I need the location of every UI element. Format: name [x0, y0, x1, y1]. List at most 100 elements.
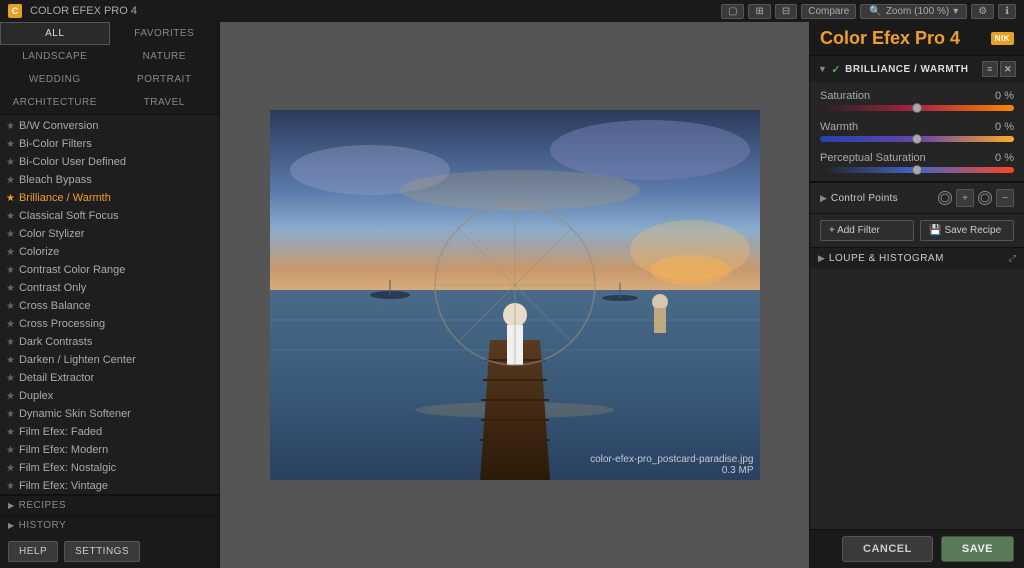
tab-nature[interactable]: NATURE [110, 45, 220, 68]
settings-icon-btn[interactable]: ⚙ [971, 4, 994, 19]
cp-label: Control Points [831, 193, 934, 204]
filter-item[interactable]: ★B/W Conversion [0, 117, 219, 135]
saturation-track[interactable] [820, 105, 1014, 111]
filter-star-icon: ★ [6, 373, 15, 384]
zoom-chevron: ▾ [953, 6, 958, 17]
add-filter-button[interactable]: + Add Filter [820, 220, 914, 241]
compare-btn[interactable]: Compare [801, 4, 856, 19]
perceptual-track[interactable] [820, 167, 1014, 173]
filter-star-icon: ★ [6, 391, 15, 402]
warmth-label: Warmth [820, 121, 858, 133]
sliders-area: Saturation 0 % Warmth 0 % [810, 82, 1024, 181]
help-button[interactable]: HELP [8, 541, 58, 562]
perceptual-label-row: Perceptual Saturation 0 % [820, 152, 1014, 164]
cp-add-btn[interactable]: + [956, 189, 974, 207]
left-bottom: ▶ RECIPES ▶ HISTORY HELP SETTINGS [0, 494, 219, 568]
perceptual-slider-row: Perceptual Saturation 0 % [820, 152, 1014, 173]
effect-enabled-icon[interactable]: ✓ [831, 63, 841, 76]
view-split-btn[interactable]: ⊞ [748, 4, 770, 19]
filter-item[interactable]: ★Brilliance / Warmth [0, 189, 219, 207]
filter-item[interactable]: ★ Contrast Color Range [0, 261, 219, 279]
filter-name: Bi-Color User Defined [19, 156, 126, 168]
filter-name: Film Efex: Modern [19, 444, 108, 456]
filter-star-icon: ★ [6, 121, 15, 132]
filter-name: Contrast Color Range [19, 264, 125, 276]
filter-star-icon: ★ [6, 319, 15, 330]
tab-portrait[interactable]: PORTRAIT [110, 68, 220, 91]
filter-item[interactable]: ★Detail Extractor [0, 369, 219, 387]
view-grid-btn[interactable]: ⊟ [775, 4, 797, 19]
filter-name: Classical Soft Focus [19, 210, 119, 222]
loupe-arrow-icon: ▶ [818, 253, 825, 264]
tab-all[interactable]: ALL [0, 22, 110, 45]
filter-item[interactable]: ★Bi-Color Filters [0, 135, 219, 153]
filter-star-icon: ★ [6, 157, 15, 168]
tab-wedding[interactable]: WEDDING [0, 68, 110, 91]
cp-remove-btn[interactable]: − [996, 189, 1014, 207]
photo-canvas[interactable]: color-efex-pro_postcard-paradise.jpg 0.3… [270, 110, 760, 480]
filter-name: Darken / Lighten Center [19, 354, 136, 366]
filesize-text: 0.3 MP [590, 465, 753, 476]
filter-item[interactable]: ★Colorize [0, 243, 219, 261]
app-version-text: 4 [950, 28, 960, 48]
filter-star-icon: ★ [6, 175, 15, 186]
filter-item[interactable]: ★ Bleach Bypass [0, 171, 219, 189]
app-title: COLOR EFEX PRO 4 [30, 5, 713, 17]
tab-favorites[interactable]: FAVORITES [110, 22, 220, 45]
image-filename: color-efex-pro_postcard-paradise.jpg 0.3… [590, 454, 753, 476]
app-title-right: Color Efex Pro 4 [820, 28, 985, 49]
warmth-slider-row: Warmth 0 % [820, 121, 1014, 142]
save-recipe-icon: 💾 [929, 225, 941, 236]
perceptual-thumb[interactable] [912, 165, 922, 175]
filter-item[interactable]: ★Cross Processing [0, 315, 219, 333]
filter-item[interactable]: ★Film Efex: Nostalgic [0, 459, 219, 477]
center-panel: color-efex-pro_postcard-paradise.jpg 0.3… [220, 22, 809, 568]
effect-name-label: BRILLIANCE / WARMTH [845, 64, 978, 75]
info-btn[interactable]: ℹ [998, 4, 1016, 19]
app-icon: C [8, 4, 22, 18]
filter-item[interactable]: ★Darken / Lighten Center [0, 351, 219, 369]
filter-item[interactable]: ★ Film Efex: Vintage [0, 477, 219, 494]
filter-star-icon: ★ [6, 211, 15, 222]
filter-item[interactable]: ★Color Stylizer [0, 225, 219, 243]
filter-name: Film Efex: Nostalgic [19, 462, 116, 474]
loupe-header[interactable]: ▶ LOUPE & HISTOGRAM ⤢ [810, 248, 1024, 269]
filter-item[interactable]: ★ Bi-Color User Defined [0, 153, 219, 171]
filter-name: Color Stylizer [19, 228, 84, 240]
tab-travel[interactable]: TRAVEL [110, 91, 220, 114]
filter-name: Bleach Bypass [19, 174, 92, 186]
filter-item[interactable]: ★ Classical Soft Focus [0, 207, 219, 225]
tab-architecture[interactable]: ARCHITECTURE [0, 91, 110, 114]
filter-item[interactable]: ★Dynamic Skin Softener [0, 405, 219, 423]
filter-name: Film Efex: Vintage [19, 480, 108, 492]
history-section[interactable]: ▶ HISTORY [0, 515, 219, 535]
filter-item[interactable]: ★Film Efex: Modern [0, 441, 219, 459]
effect-section: ▼ ✓ BRILLIANCE / WARMTH ≡ ✕ Saturation 0… [810, 56, 1024, 182]
save-recipe-label: Save Recipe [944, 225, 1001, 236]
filter-item[interactable]: ★Film Efex: Faded [0, 423, 219, 441]
recipes-section[interactable]: ▶ RECIPES [0, 495, 219, 515]
filter-star-icon: ★ [6, 427, 15, 438]
filter-name: Bi-Color Filters [19, 138, 92, 150]
warmth-thumb[interactable] [912, 134, 922, 144]
effect-menu-btn[interactable]: ≡ [982, 61, 998, 77]
filter-item[interactable]: ★Duplex [0, 387, 219, 405]
save-recipe-button[interactable]: 💾 Save Recipe [920, 220, 1014, 241]
perceptual-label: Perceptual Saturation [820, 152, 926, 164]
tab-landscape[interactable]: LANDSCAPE [0, 45, 110, 68]
filter-item[interactable]: ★Cross Balance [0, 297, 219, 315]
filter-item[interactable]: ★Dark Contrasts [0, 333, 219, 351]
app-name-text: Color Efex Pro [820, 28, 950, 48]
warmth-track[interactable] [820, 136, 1014, 142]
saturation-thumb[interactable] [912, 103, 922, 113]
cancel-button[interactable]: CANCEL [842, 536, 933, 562]
filter-item[interactable]: ★Contrast Only [0, 279, 219, 297]
view-single-btn[interactable]: ▢ [721, 4, 744, 19]
filter-star-icon: ★ [6, 265, 15, 276]
filter-star-icon: ★ [6, 481, 15, 492]
save-button[interactable]: SAVE [941, 536, 1014, 562]
effect-close-btn[interactable]: ✕ [1000, 61, 1016, 77]
effect-actions: ≡ ✕ [982, 61, 1016, 77]
recipes-arrow-icon: ▶ [8, 501, 15, 510]
settings-button[interactable]: SETTINGS [64, 541, 140, 562]
